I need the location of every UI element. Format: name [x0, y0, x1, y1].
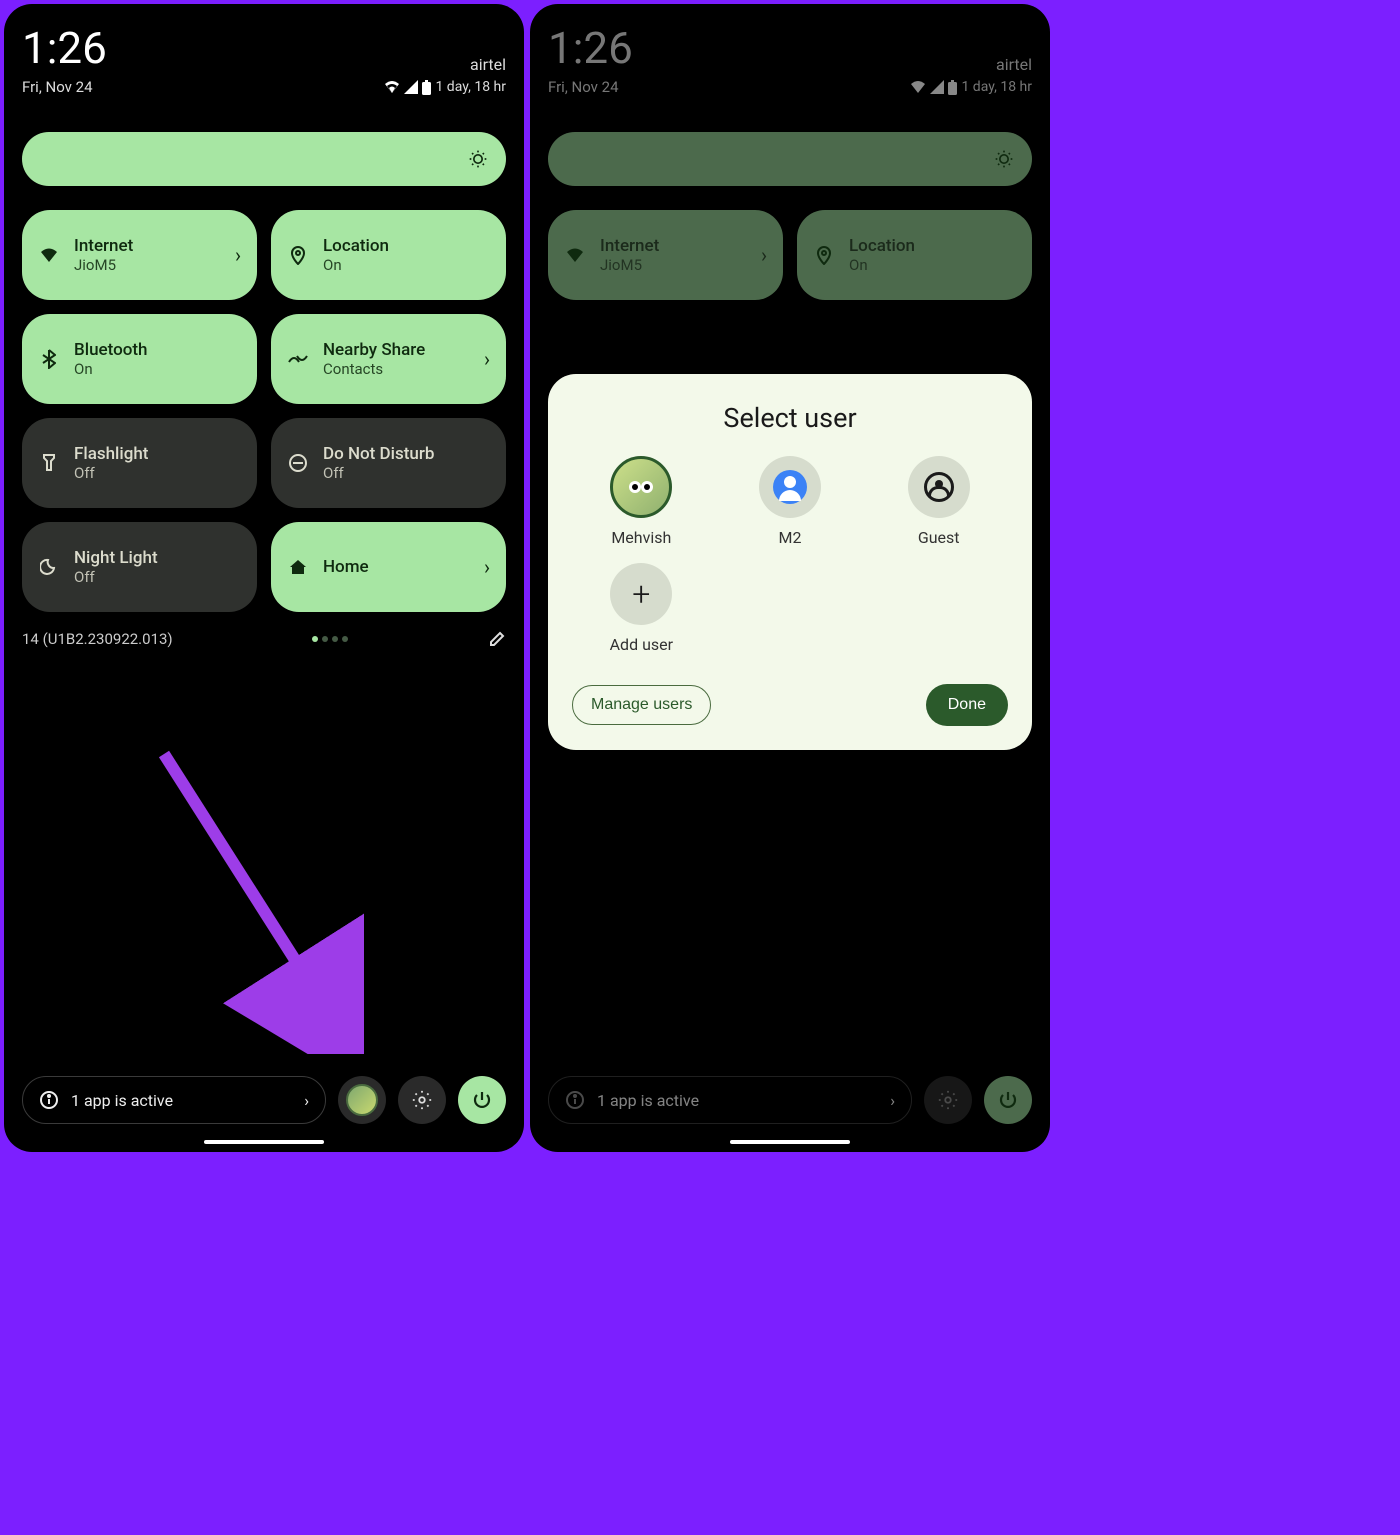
- bluetooth-icon: [38, 349, 60, 369]
- battery-text: 1 day, 18 hr: [961, 79, 1032, 95]
- user-switcher-button[interactable]: [338, 1076, 386, 1124]
- nearby-share-icon: [287, 352, 309, 366]
- wifi-icon: [910, 80, 926, 94]
- chevron-right-icon: ›: [761, 243, 767, 267]
- signal-icon: [930, 80, 944, 94]
- user-option-mehvish[interactable]: Mehvish: [572, 456, 711, 547]
- home-icon: [287, 558, 309, 576]
- info-icon: [39, 1090, 59, 1110]
- phone-screenshot-right: 1:26 airtel Fri, Nov 24 1 day, 18 hr Int…: [530, 4, 1050, 1152]
- chevron-right-icon: ›: [304, 1091, 309, 1110]
- active-apps-pill[interactable]: 1 app is active ›: [548, 1076, 912, 1124]
- battery-text: 1 day, 18 hr: [435, 79, 506, 95]
- avatar-mehvish: [610, 456, 672, 518]
- brightness-gear-icon: [994, 149, 1014, 169]
- tile-location[interactable]: LocationOn: [271, 210, 506, 300]
- manage-users-button[interactable]: Manage users: [572, 685, 711, 725]
- user-option-m2[interactable]: M2: [721, 456, 860, 547]
- settings-button[interactable]: [924, 1076, 972, 1124]
- edit-tiles-button[interactable]: [488, 630, 506, 648]
- dialog-title: Select user: [572, 402, 1008, 434]
- tile-flashlight[interactable]: FlashlightOff: [22, 418, 257, 508]
- date-label: Fri, Nov 24: [22, 78, 93, 96]
- tile-bluetooth[interactable]: BluetoothOn: [22, 314, 257, 404]
- tile-location[interactable]: LocationOn: [797, 210, 1032, 300]
- chevron-right-icon: ›: [484, 347, 490, 371]
- select-user-dialog: Select user Mehvish M2 Guest + Add user: [548, 374, 1032, 750]
- status-icons: 1 day, 18 hr: [910, 79, 1032, 95]
- wifi-icon: [384, 80, 400, 94]
- power-button[interactable]: [458, 1076, 506, 1124]
- qs-tiles: InternetJioM5 › LocationOn BluetoothOn N…: [22, 210, 506, 612]
- add-user-button[interactable]: + Add user: [572, 563, 711, 654]
- page-indicator: [312, 636, 348, 642]
- tile-home[interactable]: Home ›: [271, 522, 506, 612]
- battery-icon: [422, 80, 431, 95]
- user-option-guest[interactable]: Guest: [869, 456, 1008, 547]
- chevron-right-icon: ›: [235, 243, 241, 267]
- phone-screenshot-left: 1:26 airtel Fri, Nov 24 1 day, 18 hr Int…: [4, 4, 524, 1152]
- night-light-icon: [38, 558, 60, 576]
- brightness-slider[interactable]: [22, 132, 506, 186]
- nav-handle[interactable]: [730, 1140, 850, 1144]
- dnd-icon: [287, 453, 309, 473]
- brightness-gear-icon: [468, 149, 488, 169]
- plus-icon: +: [610, 563, 672, 625]
- location-icon: [287, 245, 309, 265]
- wifi-icon: [38, 247, 60, 263]
- clock: 1:26: [548, 22, 633, 74]
- power-button[interactable]: [984, 1076, 1032, 1124]
- tile-internet[interactable]: InternetJioM5 ›: [22, 210, 257, 300]
- tile-dnd[interactable]: Do Not DisturbOff: [271, 418, 506, 508]
- signal-icon: [404, 80, 418, 94]
- nav-handle[interactable]: [204, 1140, 324, 1144]
- build-number: 14 (U1B2.230922.013): [22, 630, 173, 648]
- battery-icon: [948, 80, 957, 95]
- wifi-icon: [564, 247, 586, 263]
- chevron-right-icon: ›: [484, 555, 490, 579]
- status-icons: 1 day, 18 hr: [384, 79, 506, 95]
- active-apps-label: 1 app is active: [597, 1091, 878, 1110]
- chevron-right-icon: ›: [890, 1091, 895, 1110]
- tile-nearby-share[interactable]: Nearby ShareContacts ›: [271, 314, 506, 404]
- date-label: Fri, Nov 24: [548, 78, 619, 96]
- clock: 1:26: [22, 22, 107, 74]
- carrier-label: airtel: [470, 55, 506, 74]
- avatar-m2: [759, 456, 821, 518]
- flashlight-icon: [38, 453, 60, 473]
- brightness-slider[interactable]: [548, 132, 1032, 186]
- annotation-arrow: [144, 744, 364, 1054]
- guest-icon: [908, 456, 970, 518]
- carrier-label: airtel: [996, 55, 1032, 74]
- info-icon: [565, 1090, 585, 1110]
- tile-night-light[interactable]: Night LightOff: [22, 522, 257, 612]
- active-apps-label: 1 app is active: [71, 1091, 292, 1110]
- done-button[interactable]: Done: [926, 684, 1008, 726]
- active-apps-pill[interactable]: 1 app is active ›: [22, 1076, 326, 1124]
- location-icon: [813, 245, 835, 265]
- settings-button[interactable]: [398, 1076, 446, 1124]
- tile-internet[interactable]: InternetJioM5 ›: [548, 210, 783, 300]
